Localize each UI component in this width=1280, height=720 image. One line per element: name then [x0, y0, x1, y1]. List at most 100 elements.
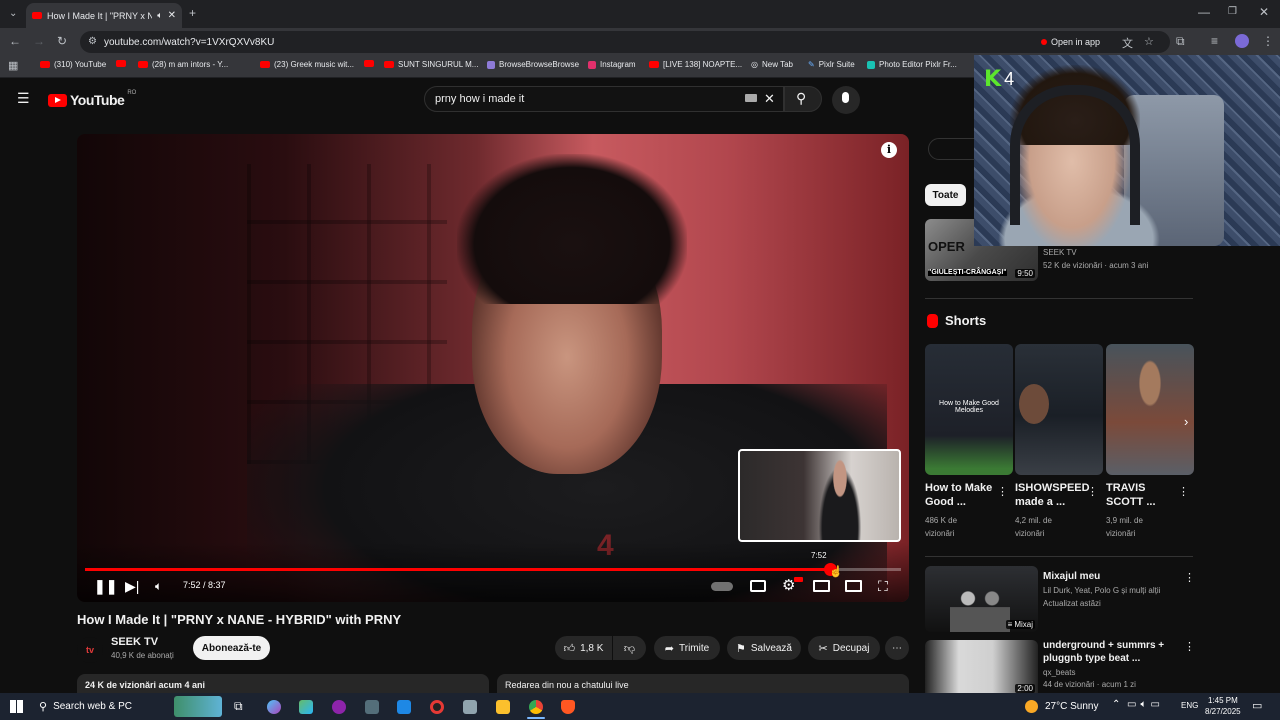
clock-time[interactable]: 1:45 PM	[1208, 696, 1238, 705]
next-video-title[interactable]: underground + summrs + pluggnb type beat…	[1043, 639, 1178, 665]
mix-more-icon[interactable]: ⋮	[1184, 571, 1195, 584]
bookmark-instagram[interactable]: Instagram	[588, 60, 636, 69]
extensions-icon[interactable]: ⧉	[1176, 35, 1185, 47]
open-in-app-button[interactable]: Open in app	[1035, 33, 1106, 51]
autoplay-toggle[interactable]	[711, 582, 733, 591]
weather-text[interactable]: 27°C Sunny	[1045, 701, 1098, 712]
short-thumbnail-2[interactable]	[1015, 344, 1103, 475]
language-indicator[interactable]: ENG	[1181, 701, 1198, 710]
task-view-icon[interactable]: ⧉	[234, 699, 243, 714]
short-more-icon-2[interactable]: ⋮	[1087, 485, 1098, 498]
subtitles-icon[interactable]	[750, 580, 766, 592]
clear-search-icon[interactable]: ✕	[764, 91, 775, 107]
subscribe-button[interactable]: Abonează-te	[193, 636, 270, 660]
fullscreen-icon[interactable]: ⛶	[878, 578, 888, 594]
youtube-logo[interactable]: YouTube RO	[48, 90, 136, 108]
next-video-channel[interactable]: qx_beats	[1043, 668, 1075, 677]
outlook-icon[interactable]	[397, 700, 411, 714]
bookmark-star-icon[interactable]: ☆	[1144, 35, 1154, 48]
bookmark-m-am-intors[interactable]: (28) m am intors - Y...	[138, 60, 228, 69]
share-button[interactable]: ➦ Trimite	[654, 636, 720, 660]
related-video-channel[interactable]: SEEK TV	[1043, 248, 1077, 257]
keyboard-icon[interactable]	[745, 94, 757, 102]
site-info-icon[interactable]: ⚙	[88, 36, 97, 47]
minimize-icon[interactable]: —	[1198, 6, 1210, 18]
profile-avatar[interactable]	[1235, 34, 1249, 48]
short-title-2[interactable]: ISHOWSPEED made a ...	[1015, 481, 1090, 509]
notifications-icon[interactable]: ▭	[1252, 699, 1262, 712]
short-more-icon-1[interactable]: ⋮	[997, 485, 1008, 498]
search-button[interactable]: ⚲	[784, 86, 822, 112]
next-more-icon[interactable]: ⋮	[1184, 640, 1195, 653]
tab-close-icon[interactable]: ✕	[168, 10, 176, 21]
tab-search-icon[interactable]: ⌄	[9, 8, 17, 20]
forward-icon[interactable]: →	[33, 35, 45, 47]
brave-icon[interactable]	[561, 700, 575, 714]
windows-start-icon[interactable]	[10, 700, 23, 713]
voice-search-button[interactable]	[832, 86, 860, 114]
bookmark-greek-music[interactable]: (23) Greek music wit...	[260, 60, 354, 69]
next-icon[interactable]: ▶|	[125, 578, 139, 594]
weather-icon[interactable]	[1025, 700, 1038, 713]
mix-title[interactable]: Mixajul meu	[1043, 570, 1100, 584]
bookmark-youtube-3[interactable]	[364, 60, 374, 67]
reload-icon[interactable]: ↻	[57, 35, 67, 47]
file-explorer-icon[interactable]	[496, 700, 510, 714]
more-actions-button[interactable]: ⋯	[885, 636, 909, 660]
bookmark-pixlr-suite[interactable]: ✎ Pixlr Suite	[808, 60, 855, 69]
volume-icon[interactable]: 🔈︎	[155, 578, 162, 594]
tray-chevron-icon[interactable]: ⌃	[1112, 699, 1120, 710]
restore-icon[interactable]: ❐	[1228, 6, 1237, 18]
chrome-icon[interactable]	[529, 700, 543, 714]
sidebar-chip-partial[interactable]	[928, 138, 978, 160]
window-close-icon[interactable]: ✕	[1259, 6, 1269, 18]
bookmark-new-tab[interactable]: ◎ New Tab	[751, 60, 793, 69]
channel-avatar[interactable]: tv	[77, 637, 103, 663]
paint-icon[interactable]	[299, 700, 313, 714]
speaker-icon[interactable]: 🔈︎	[157, 10, 162, 21]
translate-icon[interactable]: 文	[1122, 35, 1133, 51]
apps-grid-icon[interactable]: ▦	[8, 60, 18, 72]
clock-date[interactable]: 8/27/2025	[1205, 707, 1241, 716]
app-icon-red[interactable]	[430, 700, 444, 714]
short-title-3[interactable]: TRAVIS SCOTT ...	[1106, 481, 1170, 509]
browser-tab[interactable]: How I Made It | "PRNY x N... 🔈︎ ✕	[26, 3, 182, 28]
bookmark-sunt-singurul[interactable]: SUNT SINGURUL M...	[384, 60, 478, 69]
miniplayer-icon[interactable]	[813, 580, 830, 592]
bookmark-youtube[interactable]: (310) YouTube	[40, 60, 106, 69]
shorts-next-arrow-icon[interactable]: ›	[1184, 414, 1188, 429]
short-more-icon-3[interactable]: ⋮	[1178, 485, 1189, 498]
bookmark-youtube-2[interactable]	[116, 60, 126, 67]
media-control-icon[interactable]: ≡	[1211, 35, 1218, 47]
short-title-1[interactable]: How to Make Good ...	[925, 481, 995, 509]
like-button[interactable]: 👍︎ 1,8 K	[555, 636, 612, 660]
calculator-icon[interactable]	[365, 700, 379, 714]
back-icon[interactable]: ←	[9, 35, 21, 47]
messenger-icon[interactable]	[332, 700, 346, 714]
pause-icon[interactable]: ❚❚	[94, 578, 117, 594]
text-editor-icon[interactable]	[463, 700, 477, 714]
progress-bar[interactable]	[85, 563, 901, 576]
copilot-icon[interactable]	[267, 700, 281, 714]
tray-icons[interactable]: ▭🔈︎▭	[1127, 699, 1164, 710]
bookmark-live-138[interactable]: [LIVE 138] NOAPTE...	[649, 60, 742, 69]
live-chat-replay[interactable]: Redarea din nou a chatului live	[497, 674, 909, 693]
dislike-button[interactable]: 👎︎	[613, 636, 646, 660]
next-video-thumbnail[interactable]: 2:00	[925, 640, 1038, 693]
channel-name[interactable]: SEEK TV	[111, 636, 158, 648]
info-icon[interactable]: i	[881, 142, 897, 158]
bookmark-pixlr-editor[interactable]: Photo Editor Pixlr Fr...	[867, 60, 957, 69]
clip-button[interactable]: ✂ Decupaj	[808, 636, 880, 660]
theater-mode-icon[interactable]	[845, 580, 862, 592]
new-tab-icon[interactable]: +	[189, 7, 196, 19]
search-input[interactable]: prny how i made it ✕	[424, 86, 784, 112]
hamburger-menu-icon[interactable]: ☰	[17, 90, 30, 107]
mix-thumbnail[interactable]: ≡ Mixaj	[925, 566, 1038, 632]
short-thumbnail-1[interactable]: How to Make Good Melodies	[925, 344, 1013, 475]
save-button[interactable]: ⚑ Salvează	[727, 636, 801, 660]
description-box[interactable]: 24 K de vizionări acum 4 ani	[77, 674, 489, 693]
chrome-menu-icon[interactable]: ⋮	[1262, 35, 1274, 47]
bookmark-browse[interactable]: BrowseBrowseBrowse	[487, 60, 579, 69]
filter-chip-all[interactable]: Toate	[925, 184, 966, 206]
url-field[interactable]: ⚙ youtube.com/watch?v=1VXrQXVv8KU Open i…	[80, 31, 1170, 53]
